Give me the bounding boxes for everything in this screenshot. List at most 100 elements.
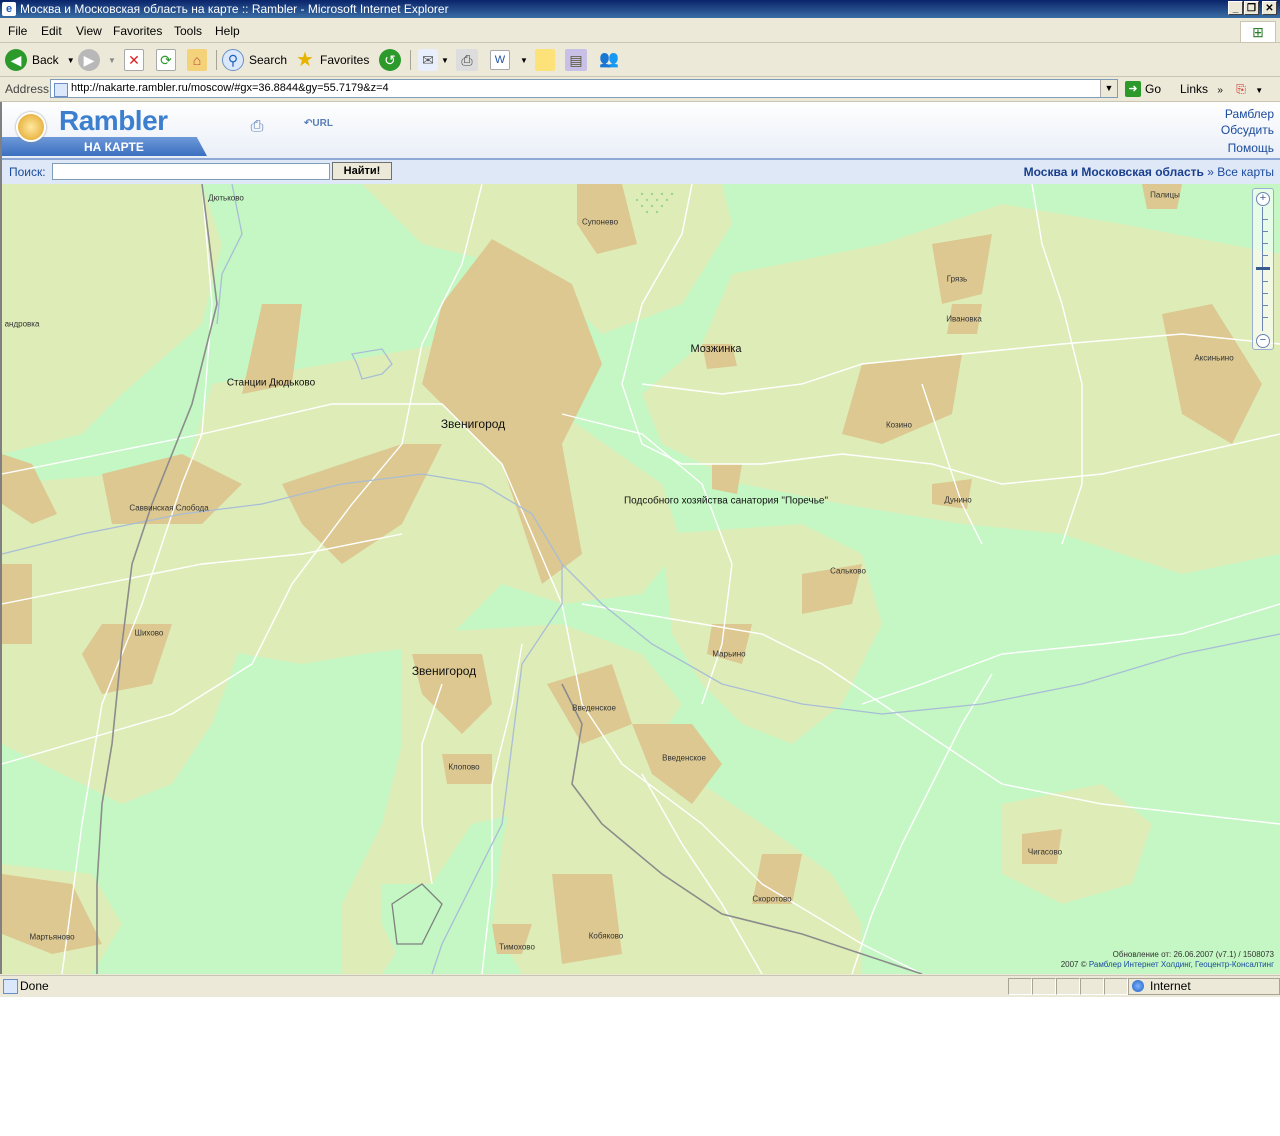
- place-label[interactable]: Грязь: [947, 275, 967, 284]
- place-label[interactable]: Палицы: [1150, 191, 1180, 200]
- print-map-icon[interactable]: ⎙: [244, 118, 270, 138]
- links-button[interactable]: Links » ⎘ ▼: [1180, 82, 1263, 97]
- settlement-area: [1022, 829, 1062, 864]
- status-text: Done: [20, 979, 49, 993]
- copyright-prefix: 2007 ©: [1060, 960, 1087, 969]
- place-label[interactable]: Марьино: [712, 650, 745, 659]
- place-label[interactable]: Станции Дюдьково: [227, 378, 315, 389]
- address-input[interactable]: http://nakarte.rambler.ru/moscow/#gx=36.…: [50, 79, 1118, 98]
- history-button[interactable]: ↺: [379, 49, 401, 71]
- region-nav: Москва и Московская область » Все карты: [1024, 165, 1274, 179]
- favorites-label: Favorites: [320, 53, 370, 67]
- forward-dropdown-icon[interactable]: ▼: [108, 56, 116, 65]
- place-label[interactable]: Введенское: [572, 704, 616, 713]
- place-label[interactable]: Супонево: [582, 218, 618, 227]
- place-label[interactable]: Сальково: [830, 567, 866, 576]
- page-icon: [54, 83, 68, 97]
- place-label[interactable]: Козино: [886, 421, 912, 430]
- place-label[interactable]: Введенское: [662, 754, 706, 763]
- menu-tools[interactable]: Tools: [174, 24, 202, 38]
- address-dropdown-icon[interactable]: ▼: [1100, 80, 1117, 97]
- print-button[interactable]: ⎙: [456, 49, 478, 71]
- settlement-area: [932, 479, 972, 509]
- restore-button[interactable]: ❐: [1244, 1, 1259, 15]
- edit-button[interactable]: W ▼: [490, 49, 528, 71]
- map-graphics[interactable]: [2, 184, 1280, 974]
- menu-favorites[interactable]: Favorites: [113, 24, 162, 38]
- home-icon: ⌂: [187, 49, 207, 71]
- rambler-header: Rambler НА КАРТЕ ⎙ ↶URL Рамблер Обсудить…: [2, 102, 1280, 160]
- map-search-input[interactable]: [52, 163, 330, 180]
- place-label[interactable]: Звенигород: [441, 417, 505, 431]
- forward-arrow-icon: ▶: [78, 49, 100, 71]
- place-label[interactable]: Дютьково: [208, 194, 244, 203]
- search-label: Search: [249, 53, 288, 67]
- link-help[interactable]: Помощь: [1221, 140, 1274, 156]
- rambler-logo[interactable]: Rambler: [59, 105, 168, 137]
- place-label[interactable]: Кобяково: [589, 932, 624, 941]
- road: [861, 603, 1280, 705]
- favorites-button[interactable]: ★ Favorites: [294, 49, 369, 71]
- url-link-icon[interactable]: ↶URL: [304, 118, 333, 138]
- menu-bar: File Edit View Favorites Tools Help ⊞: [0, 20, 1280, 43]
- word-icon: W: [490, 50, 510, 70]
- zoom-in-icon[interactable]: +: [1256, 192, 1270, 206]
- address-url[interactable]: http://nakarte.rambler.ru/moscow/#gx=36.…: [71, 82, 389, 94]
- mail-dropdown-icon[interactable]: ▼: [441, 56, 449, 65]
- discuss-button[interactable]: [535, 49, 555, 71]
- forward-button[interactable]: ▶ ▼: [78, 49, 116, 71]
- header-links: Рамблер Обсудить Помощь: [1221, 106, 1274, 156]
- edit-dropdown-icon[interactable]: ▼: [520, 56, 528, 65]
- find-button[interactable]: Найти!: [332, 162, 392, 180]
- place-label[interactable]: Аксиньино: [1194, 354, 1233, 363]
- go-button[interactable]: ➜ Go: [1125, 79, 1161, 98]
- refresh-button[interactable]: ⟳: [156, 49, 176, 71]
- search-button[interactable]: ⚲ Search: [222, 49, 287, 71]
- star-icon: ★: [296, 49, 314, 71]
- place-label[interactable]: Мозжинка: [690, 343, 741, 355]
- globe-icon: [1132, 980, 1144, 992]
- place-label[interactable]: Саввинская Слобода: [129, 504, 208, 513]
- copyright-links[interactable]: Рамблер Интернет Холдинг, Геоцентр-Конса…: [1089, 960, 1274, 969]
- mail-button[interactable]: ✉ ▼: [418, 49, 449, 71]
- place-label[interactable]: Ивановка: [946, 315, 982, 324]
- place-label[interactable]: Подсобного хозяйства санатория "Поречье": [624, 496, 828, 507]
- menu-edit[interactable]: Edit: [41, 24, 62, 38]
- back-dropdown-icon[interactable]: ▼: [67, 56, 75, 65]
- place-label[interactable]: Шихово: [135, 629, 164, 638]
- place-label[interactable]: Дунино: [944, 496, 971, 505]
- menu-view[interactable]: View: [76, 24, 102, 38]
- region-link[interactable]: Москва и Московская область: [1024, 165, 1204, 179]
- mail-icon: ✉: [418, 49, 438, 71]
- place-label[interactable]: Скоротово: [752, 895, 791, 904]
- zoom-slider-thumb[interactable]: [1256, 267, 1270, 270]
- close-button[interactable]: ✕: [1262, 1, 1277, 15]
- search-bar: Поиск: Найти! Москва и Московская област…: [2, 160, 1280, 185]
- back-button[interactable]: ◀ Back ▼: [5, 49, 75, 71]
- page-content: Rambler НА КАРТЕ ⎙ ↶URL Рамблер Обсудить…: [0, 102, 1280, 974]
- zoom-control[interactable]: + −: [1252, 188, 1274, 350]
- place-label[interactable]: Звенигород: [412, 664, 476, 678]
- place-label[interactable]: Клопово: [448, 763, 479, 772]
- menu-file[interactable]: File: [8, 24, 27, 38]
- research-button[interactable]: ▤: [565, 49, 587, 71]
- update-info: Обновление от: 26.06.2007 (v7.1) / 15080…: [1112, 950, 1274, 959]
- menu-help[interactable]: Help: [215, 24, 240, 38]
- link-rambler[interactable]: Рамблер: [1221, 106, 1274, 122]
- place-label[interactable]: андровка: [5, 320, 40, 329]
- adobe-icon[interactable]: ⎘: [1236, 82, 1246, 96]
- stop-button[interactable]: ✕: [124, 49, 144, 71]
- map-canvas[interactable]: Дютьково Супонево Палицы Грязь Ивановка …: [2, 184, 1280, 974]
- print-icon: ⎙: [456, 49, 478, 71]
- link-discuss[interactable]: Обсудить: [1221, 122, 1274, 138]
- home-button[interactable]: ⌂: [187, 49, 207, 71]
- minimize-button[interactable]: _: [1228, 1, 1243, 15]
- zoom-out-icon[interactable]: −: [1256, 334, 1270, 348]
- links-dropdown-icon[interactable]: ▼: [1255, 86, 1263, 95]
- settlement-area: [2, 564, 32, 644]
- all-maps-link[interactable]: Все карты: [1217, 165, 1274, 179]
- place-label[interactable]: Мартьяново: [29, 933, 74, 942]
- place-label[interactable]: Чигасово: [1028, 848, 1062, 857]
- place-label[interactable]: Тимохово: [499, 943, 535, 952]
- messenger-button[interactable]: 👥: [598, 49, 620, 71]
